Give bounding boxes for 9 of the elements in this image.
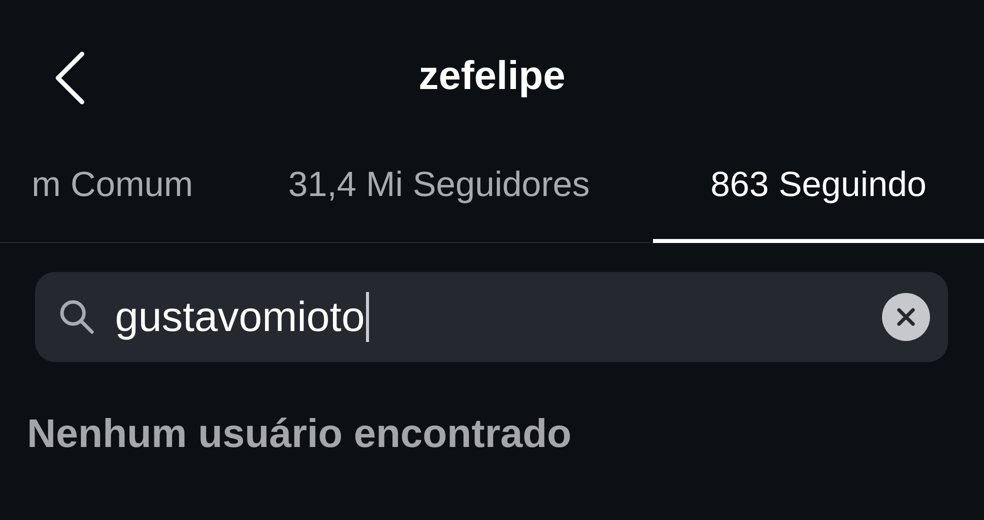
- search-icon: [59, 299, 95, 335]
- search-field[interactable]: gustavomioto: [35, 272, 948, 362]
- tab[interactable]: m Comum: [0, 155, 225, 243]
- no-results-message: Nenhum usuário encontrado: [27, 412, 572, 457]
- profile-username: zefelipe: [418, 54, 566, 99]
- tab[interactable]: 863 Seguindo: [653, 155, 984, 243]
- clear-button[interactable]: [882, 293, 930, 341]
- close-icon: [896, 307, 916, 327]
- tab[interactable]: 31,4 Mi Seguidores: [225, 155, 653, 243]
